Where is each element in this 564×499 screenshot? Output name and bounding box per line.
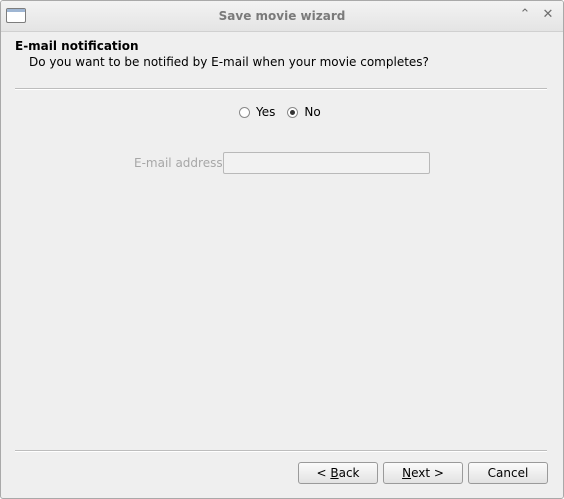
radio-yes[interactable]: Yes [239, 105, 275, 119]
close-icon[interactable]: ✕ [541, 8, 555, 22]
next-button[interactable]: Next > [383, 462, 463, 484]
email-field[interactable] [223, 152, 430, 174]
radio-no-label[interactable]: No [304, 105, 320, 119]
next-button-mnemonic: N [402, 466, 412, 480]
chevron-up-icon[interactable]: ⌃ [518, 8, 532, 22]
window-title: Save movie wizard [218, 9, 346, 23]
radio-no-indicator[interactable] [287, 106, 299, 118]
title-bar[interactable]: Save movie wizard ⌃ ✕ [1, 1, 563, 32]
back-button-rest: ack [338, 466, 360, 480]
cancel-button[interactable]: Cancel [468, 462, 548, 484]
notify-radio-group: Yes No [239, 105, 333, 119]
wizard-window: Save movie wizard ⌃ ✕ E-mail notificatio… [0, 0, 564, 499]
radio-yes-label[interactable]: Yes [256, 105, 275, 119]
footer-divider [15, 450, 547, 452]
radio-no[interactable]: No [287, 105, 321, 119]
page-description: Do you want to be notified by E-mail whe… [29, 55, 429, 69]
back-button-prefix: < [316, 466, 331, 480]
page-title: E-mail notification [15, 39, 139, 53]
email-label: E-mail address [134, 156, 223, 170]
header-divider [15, 88, 547, 90]
back-button-mnemonic: B [330, 466, 339, 480]
back-button[interactable]: < Back [298, 462, 378, 484]
radio-yes-indicator[interactable] [239, 106, 250, 118]
next-button-rest: ext > [411, 466, 444, 480]
